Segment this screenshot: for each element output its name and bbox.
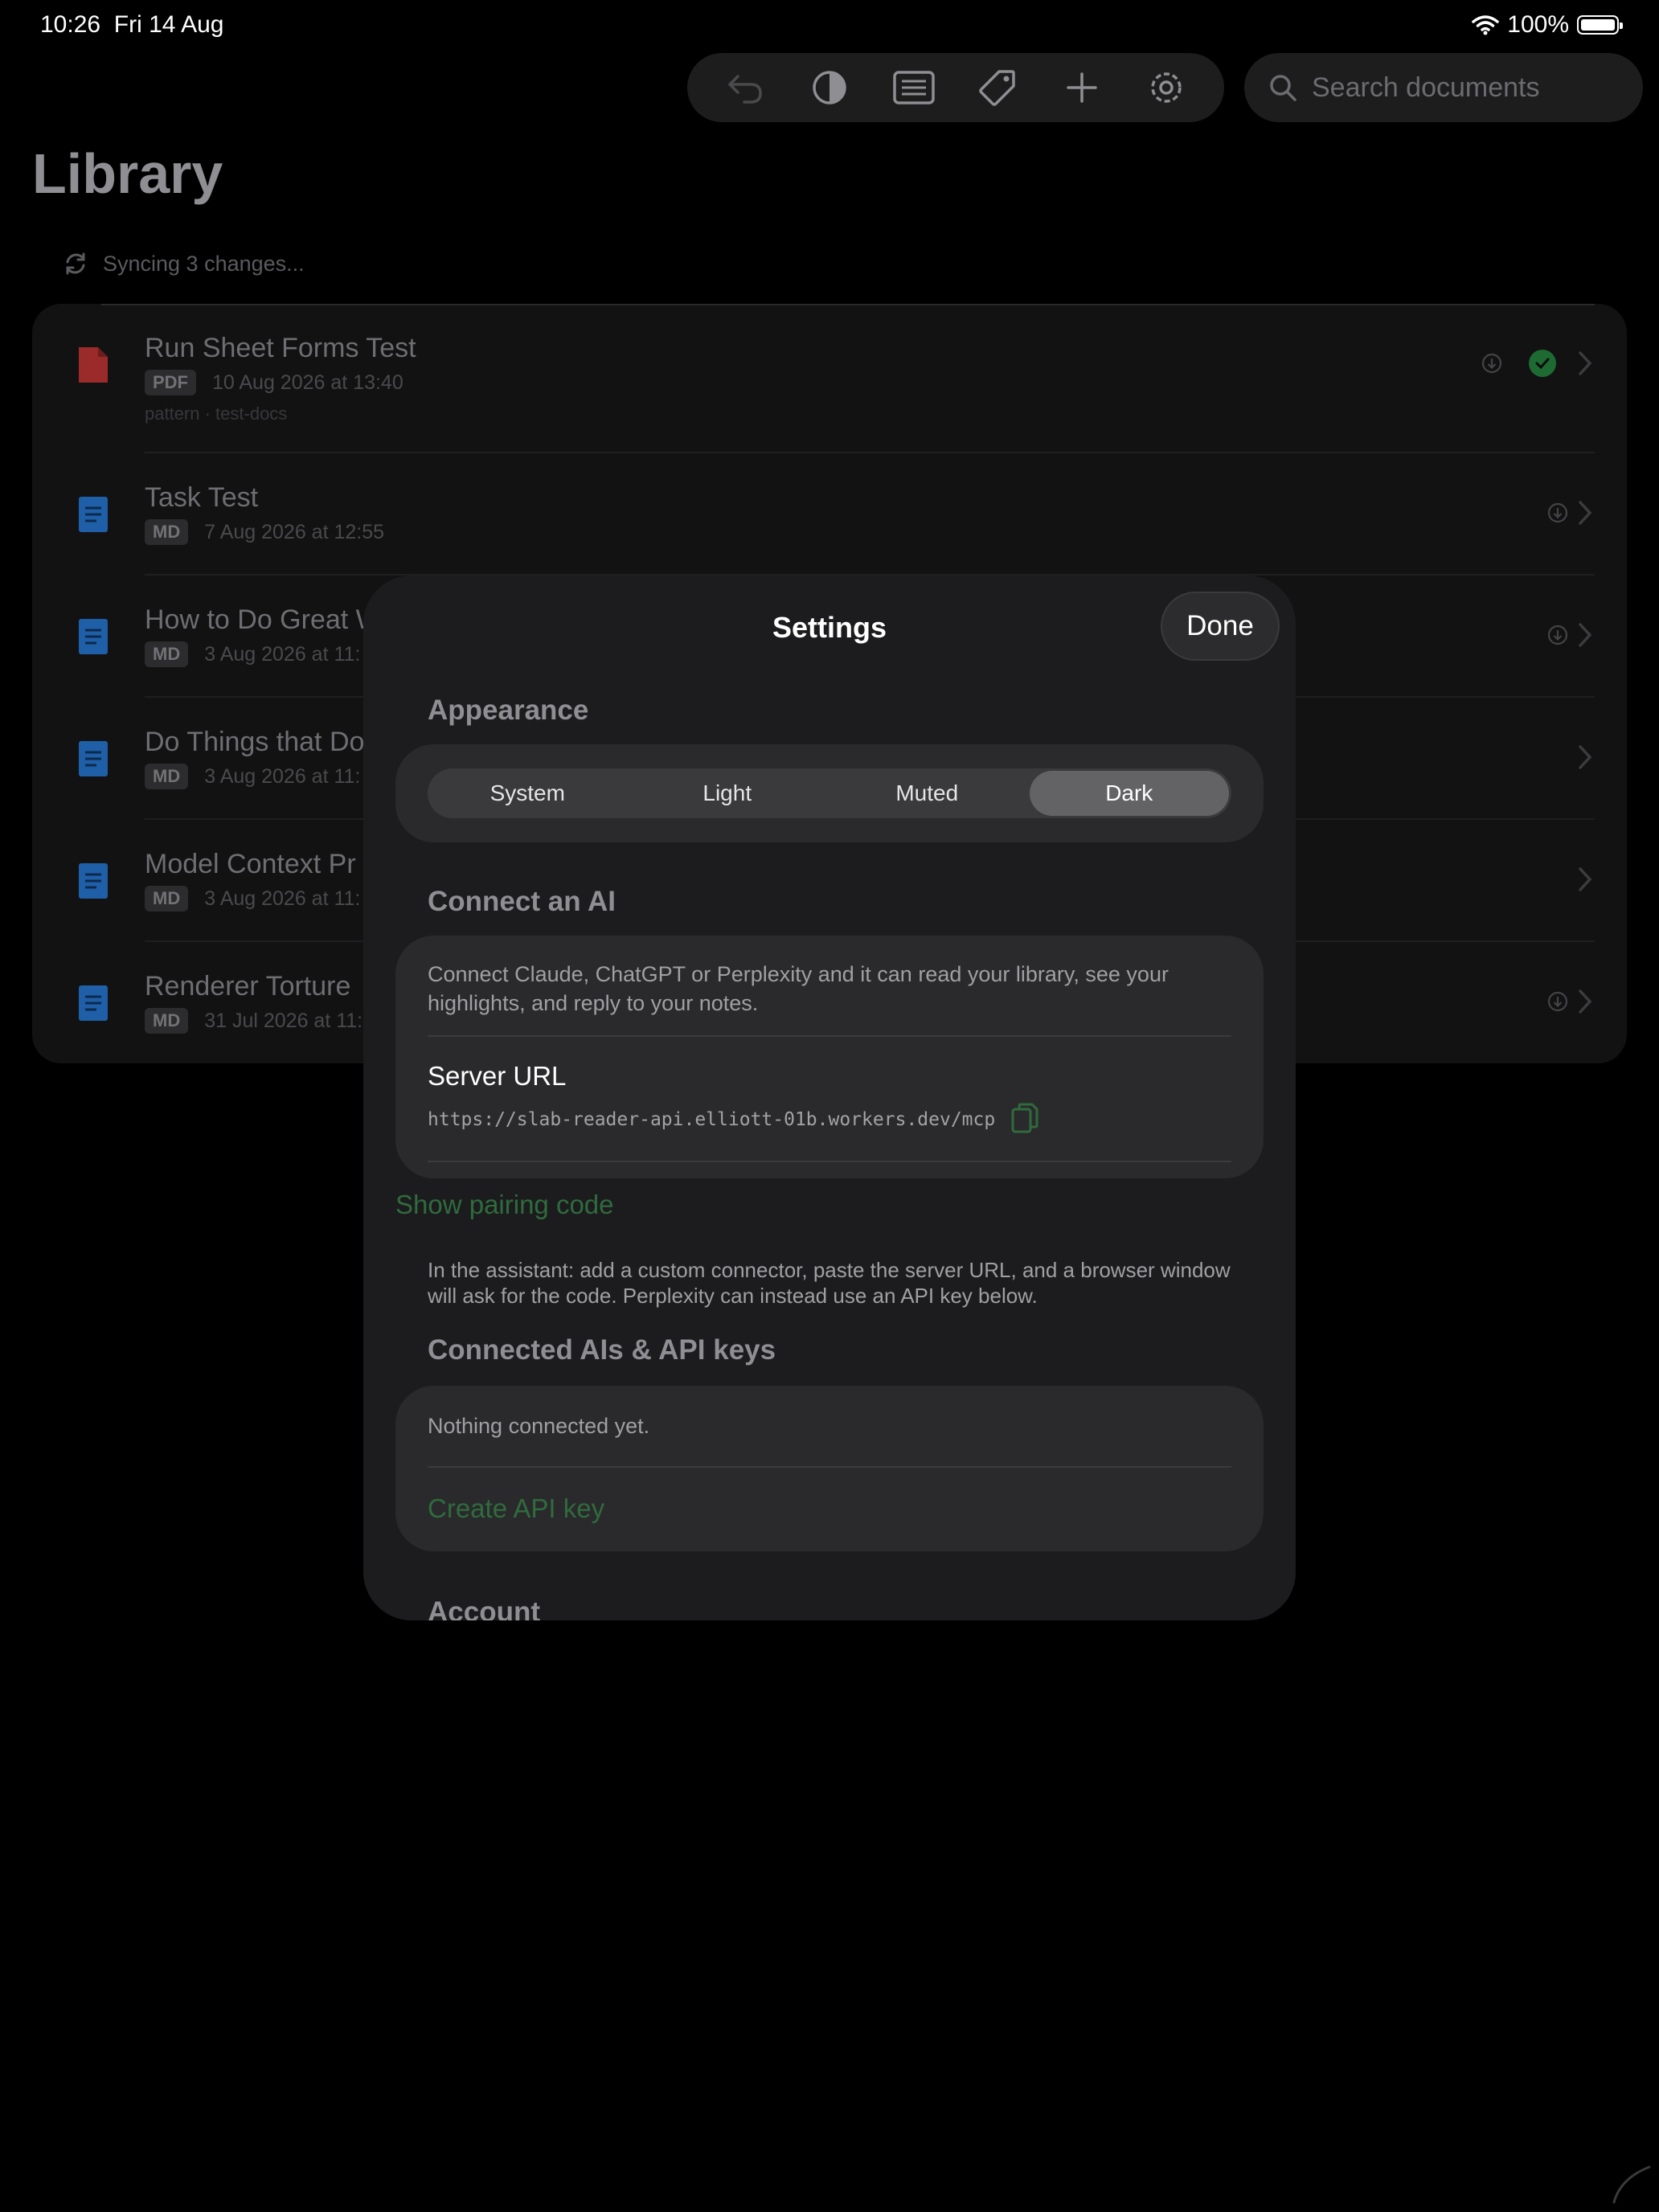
list-item[interactable]: Run Sheet Forms Test PDF 10 Aug 2026 at …	[32, 304, 1627, 453]
md-file-icon	[79, 497, 108, 532]
document-meta: MD 3 Aug 2026 at 11:	[145, 886, 360, 911]
chevron-right-icon	[1579, 745, 1592, 769]
contrast-icon[interactable]	[805, 63, 854, 112]
download-icon	[1547, 625, 1568, 645]
downloaded-check-icon	[1529, 350, 1556, 377]
account-heading: Account	[428, 1596, 540, 1620]
server-url-label: Server URL	[428, 1061, 567, 1091]
create-api-key-link[interactable]: Create API key	[428, 1493, 604, 1524]
appearance-heading: Appearance	[428, 694, 589, 726]
document-tags: pattern · test-docs	[145, 403, 288, 424]
server-url-value: https://slab-reader-api.elliott-01b.work…	[428, 1109, 996, 1130]
document-date: 3 Aug 2026 at 11:	[204, 642, 361, 666]
battery-percent: 100%	[1507, 11, 1569, 38]
document-title: Model Context Pr	[145, 849, 356, 879]
copy-icon[interactable]	[1011, 1103, 1038, 1135]
page-title: Library	[32, 142, 223, 205]
status-time: 10:26 Fri 14 Aug	[40, 11, 224, 38]
document-title: Do Things that Do	[145, 727, 365, 757]
type-badge: PDF	[145, 370, 196, 395]
document-meta: MD 31 Jul 2026 at 11:	[145, 1008, 363, 1034]
appearance-segmented-control: System Light Muted Dark	[428, 768, 1231, 818]
plus-icon[interactable]	[1058, 63, 1106, 112]
connect-ai-footnote: In the assistant: add a custom connector…	[428, 1258, 1231, 1308]
pencil-scroll-indicator-icon	[1612, 2165, 1651, 2204]
done-button[interactable]: Done	[1161, 592, 1280, 661]
sync-status: Syncing 3 changes...	[63, 251, 305, 276]
type-badge: MD	[145, 886, 189, 911]
document-date: 10 Aug 2026 at 13:40	[212, 371, 403, 394]
type-badge: MD	[145, 641, 189, 667]
nothing-connected-text: Nothing connected yet.	[428, 1414, 650, 1438]
md-file-icon	[79, 985, 108, 1021]
chevron-right-icon	[1579, 623, 1592, 647]
md-file-icon	[79, 741, 108, 776]
connect-ai-card: Connect Claude, ChatGPT or Perplexity an…	[395, 936, 1264, 1178]
settings-sheet: Settings Done Appearance System Light Mu…	[363, 576, 1296, 1620]
list-top-divider	[101, 304, 1595, 305]
search-icon	[1270, 75, 1296, 101]
appearance-option-muted[interactable]: Muted	[827, 768, 1027, 818]
sync-icon	[66, 252, 85, 275]
type-badge: MD	[145, 764, 189, 789]
undo-icon[interactable]	[721, 63, 769, 112]
status-bar: 10:26 Fri 14 Aug 100%	[0, 0, 1659, 51]
document-meta: MD 7 Aug 2026 at 12:55	[145, 519, 384, 545]
download-icon	[1481, 353, 1502, 374]
connect-ai-description: Connect Claude, ChatGPT or Perplexity an…	[428, 962, 1169, 1015]
document-meta: MD 3 Aug 2026 at 11:	[145, 641, 360, 667]
type-badge: MD	[145, 519, 189, 545]
toolbar	[687, 53, 1224, 122]
document-date: 3 Aug 2026 at 11:	[204, 887, 361, 910]
download-icon	[1547, 502, 1568, 523]
document-date: 3 Aug 2026 at 11:	[204, 764, 361, 788]
appearance-option-dark[interactable]: Dark	[1029, 771, 1229, 816]
appearance-option-light[interactable]: Light	[628, 768, 828, 818]
card-divider	[428, 1466, 1231, 1468]
chevron-right-icon	[1579, 989, 1592, 1014]
pairing-row	[395, 1161, 1264, 1239]
battery-icon	[1577, 15, 1623, 35]
connected-ais-card: Nothing connected yet. Create API key	[395, 1386, 1264, 1551]
type-badge: MD	[145, 1008, 189, 1034]
document-meta: MD 3 Aug 2026 at 11:	[145, 764, 360, 789]
document-date: 31 Jul 2026 at 11:	[204, 1009, 363, 1032]
list-icon[interactable]	[890, 63, 938, 112]
md-file-icon	[79, 619, 108, 654]
settings-title: Settings	[772, 611, 887, 644]
pdf-file-icon	[79, 347, 108, 383]
appearance-card: System Light Muted Dark	[395, 744, 1264, 842]
connected-ais-heading: Connected AIs & API keys	[428, 1334, 776, 1366]
document-title: Run Sheet Forms Test	[145, 333, 416, 363]
document-title: Task Test	[145, 482, 259, 513]
document-title: Renderer Torture	[145, 971, 351, 1002]
list-item[interactable]: Task Test MD 7 Aug 2026 at 12:55	[32, 453, 1627, 576]
appearance-option-system[interactable]: System	[428, 768, 628, 818]
sync-text: Syncing 3 changes...	[103, 251, 305, 276]
document-meta: PDF 10 Aug 2026 at 13:40	[145, 370, 403, 395]
wifi-icon	[1472, 15, 1500, 35]
status-right: 100%	[1472, 11, 1623, 39]
connect-ai-heading: Connect an AI	[428, 886, 616, 917]
search-bar[interactable]: Search documents	[1244, 53, 1643, 122]
chevron-right-icon	[1579, 867, 1592, 891]
chevron-right-icon	[1579, 351, 1592, 375]
chevron-right-icon	[1579, 501, 1592, 525]
search-input[interactable]: Search documents	[1312, 72, 1540, 104]
md-file-icon	[79, 863, 108, 899]
document-title: How to Do Great W	[145, 604, 382, 635]
download-icon	[1547, 991, 1568, 1012]
card-divider	[428, 1035, 1231, 1037]
gear-icon[interactable]	[1142, 63, 1190, 112]
tag-icon[interactable]	[973, 63, 1022, 112]
document-date: 7 Aug 2026 at 12:55	[204, 520, 385, 543]
